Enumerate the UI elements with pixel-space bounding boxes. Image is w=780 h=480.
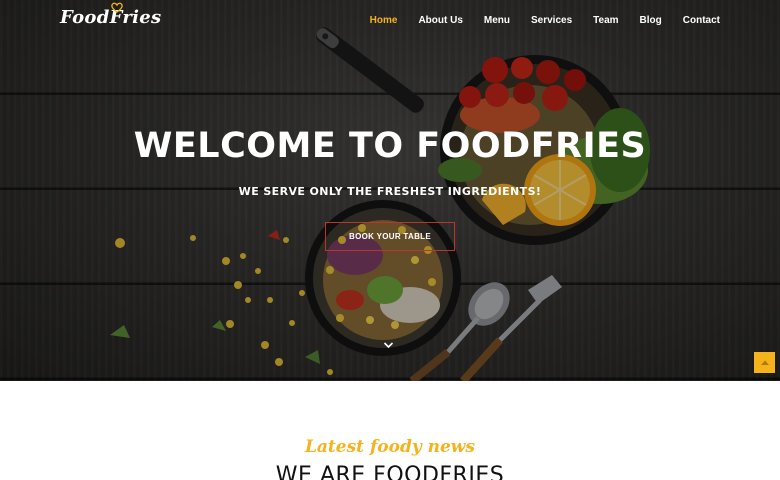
- nav-item-menu[interactable]: Menu: [484, 15, 510, 26]
- chevron-down-icon[interactable]: [383, 341, 394, 349]
- nav-menu: Home About Us Menu Services Team Blog Co…: [370, 15, 720, 26]
- arrow-up-icon: [760, 360, 769, 365]
- nav-item-team[interactable]: Team: [593, 15, 618, 26]
- book-table-label: BOOK YOUR TABLE: [349, 232, 431, 241]
- hero-section: FoodFries Home About Us Menu Services Te…: [0, 0, 780, 381]
- logo[interactable]: FoodFries: [60, 2, 161, 28]
- back-to-top-button[interactable]: [754, 352, 775, 373]
- navbar: FoodFries Home About Us Menu Services Te…: [0, 0, 780, 42]
- news-section-heading: WE ARE FOODFRIES: [275, 463, 505, 480]
- nav-item-home[interactable]: Home: [370, 15, 398, 26]
- hero-title: WELCOME TO FOODFRIES: [133, 126, 647, 166]
- nav-item-contact[interactable]: Contact: [683, 15, 720, 26]
- news-section-label: Latest foody news: [304, 437, 476, 457]
- heart-icon: [111, 2, 123, 13]
- book-table-button[interactable]: BOOK YOUR TABLE: [325, 222, 455, 251]
- hero-subtitle: WE SERVE ONLY THE FRESHEST INGREDIENTS!: [238, 185, 542, 198]
- nav-item-blog[interactable]: Blog: [640, 15, 662, 26]
- nav-item-services[interactable]: Services: [531, 15, 572, 26]
- nav-item-about-us[interactable]: About Us: [418, 15, 462, 26]
